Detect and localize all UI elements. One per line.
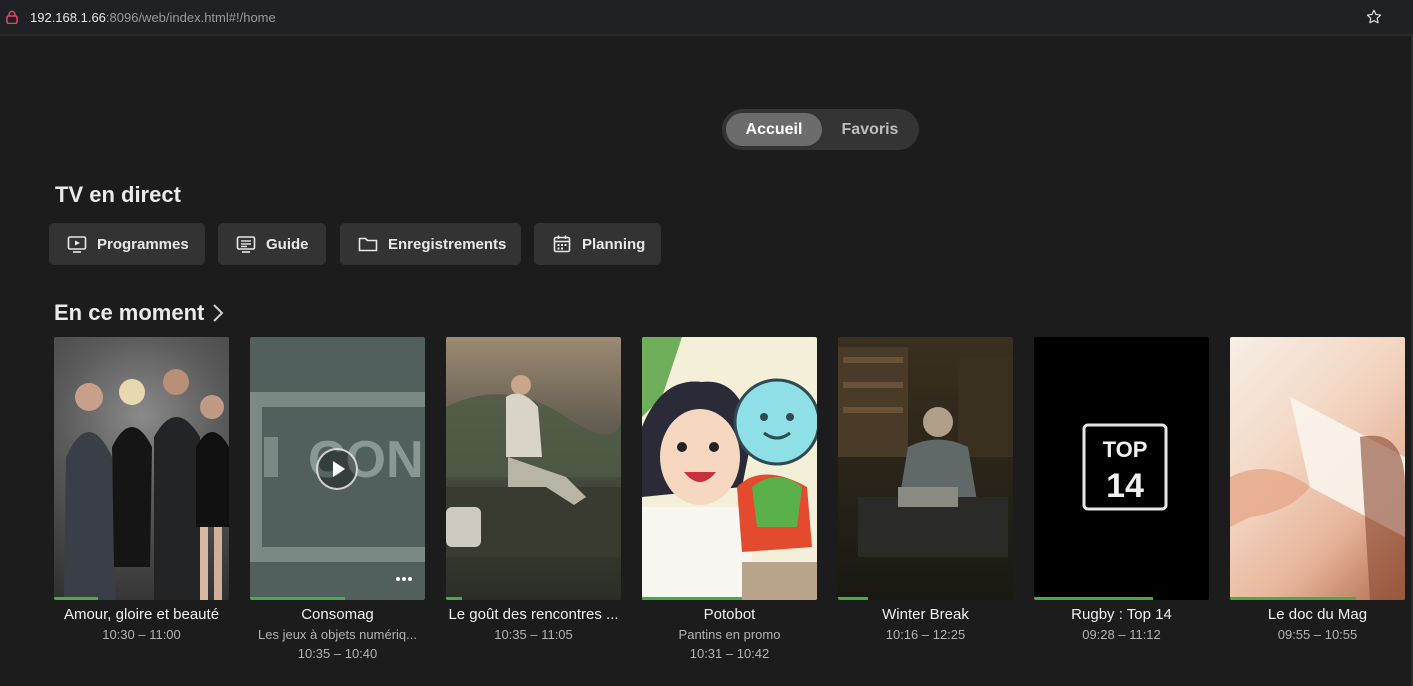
svg-text:TOP: TOP (1103, 437, 1148, 462)
more-horizontal-icon (396, 577, 412, 581)
program-thumbnail[interactable] (1230, 337, 1405, 600)
program-card[interactable]: Potobot Pantins en promo 10:31 – 10:42 (642, 337, 817, 661)
program-title: Rugby : Top 14 (1071, 606, 1172, 623)
play-icon (333, 461, 345, 477)
program-time: 10:35 – 10:40 (297, 646, 378, 661)
cartoon-image (642, 337, 817, 600)
guide-button[interactable]: Guide (218, 223, 326, 265)
landscape-photo-image (446, 375, 621, 557)
progress-bar (1230, 597, 1356, 600)
bookmark-star-icon[interactable] (1365, 8, 1383, 26)
folder-icon (358, 237, 378, 252)
enregistrements-button[interactable]: Enregistrements (340, 223, 521, 265)
progress-bar (838, 597, 868, 600)
program-card[interactable]: Le doc du Mag 09:55 – 10:55 (1230, 337, 1405, 642)
chevron-right-icon (213, 304, 224, 322)
program-thumbnail[interactable]: CONSO MAG. (250, 337, 425, 600)
planning-button[interactable]: Planning (534, 223, 661, 265)
tv-play-icon (67, 236, 87, 253)
program-thumbnail[interactable] (642, 337, 817, 600)
tab-favoris[interactable]: Favoris (826, 113, 914, 146)
programmes-button[interactable]: Programmes (49, 223, 205, 265)
program-thumbnail[interactable] (54, 337, 229, 600)
live-tv-heading: TV en direct (55, 182, 181, 207)
program-card[interactable]: Winter Break 10:16 – 12:25 (838, 337, 1013, 642)
program-title: Le doc du Mag (1267, 606, 1368, 623)
top14-logo-image: TOP 14 (1082, 423, 1168, 511)
progress-bar (1034, 597, 1153, 600)
cast-photo-image (64, 369, 229, 600)
url-path: :8096/web/index.html#!/home (105, 10, 276, 25)
more-options-button[interactable] (394, 571, 414, 587)
url-host: 192.168.1.66 (30, 10, 106, 25)
guide-icon (236, 236, 256, 253)
program-time: 09:28 – 11:12 (1082, 627, 1161, 642)
program-time: 09:55 – 10:55 (1277, 627, 1358, 642)
hands-book-image (1230, 397, 1405, 600)
browser-url-bar[interactable]: 192.168.1.66:8096/web/index.html#!/home (0, 0, 1413, 36)
progress-bar (446, 597, 462, 600)
enregistrements-label: Enregistrements (388, 235, 507, 253)
program-title: Amour, gloire et beauté (63, 606, 220, 623)
url-text[interactable]: 192.168.1.66:8096/web/index.html#!/home (30, 10, 276, 25)
program-title: Consomag (301, 606, 374, 623)
program-card[interactable]: CONSO MAG. Consomag Les jeux à objets nu… (250, 337, 425, 661)
on-now-title: En ce moment (54, 300, 205, 325)
program-time: 10:31 – 10:42 (689, 646, 770, 661)
program-title: Potobot (703, 606, 756, 623)
program-thumbnail[interactable]: TOP 14 (1034, 337, 1209, 600)
program-card[interactable]: Le goût des rencontres ... 10:35 – 11:05 (446, 337, 621, 642)
programmes-label: Programmes (97, 235, 189, 253)
program-title: Winter Break (882, 606, 969, 623)
program-title: Le goût des rencontres ... (448, 606, 619, 623)
progress-bar (54, 597, 98, 600)
program-thumbnail[interactable] (838, 337, 1013, 600)
program-card[interactable]: TOP 14 Rugby : Top 14 09:28 – 11:12 (1034, 337, 1209, 642)
program-subtitle: Pantins en promo (678, 627, 781, 642)
library-scene-image (838, 347, 1013, 557)
calendar-icon (553, 235, 571, 253)
progress-bar (250, 597, 345, 600)
program-thumbnail[interactable] (446, 337, 621, 600)
home-tabs: Accueil Favoris (722, 109, 919, 150)
program-card[interactable]: Amour, gloire et beauté 10:30 – 11:00 (54, 337, 229, 642)
progress-bar (642, 597, 742, 600)
planning-label: Planning (582, 235, 646, 253)
on-now-heading[interactable]: En ce moment (54, 300, 224, 326)
program-time: 10:35 – 11:05 (494, 627, 573, 642)
play-button[interactable] (316, 448, 358, 490)
lock-icon (6, 10, 18, 24)
tab-accueil[interactable]: Accueil (726, 113, 822, 146)
program-subtitle: Les jeux à objets numériq... (258, 627, 417, 642)
program-time: 10:16 – 12:25 (885, 627, 966, 642)
guide-label: Guide (266, 235, 309, 253)
program-time: 10:30 – 11:00 (102, 627, 181, 642)
svg-text:14: 14 (1106, 467, 1144, 505)
